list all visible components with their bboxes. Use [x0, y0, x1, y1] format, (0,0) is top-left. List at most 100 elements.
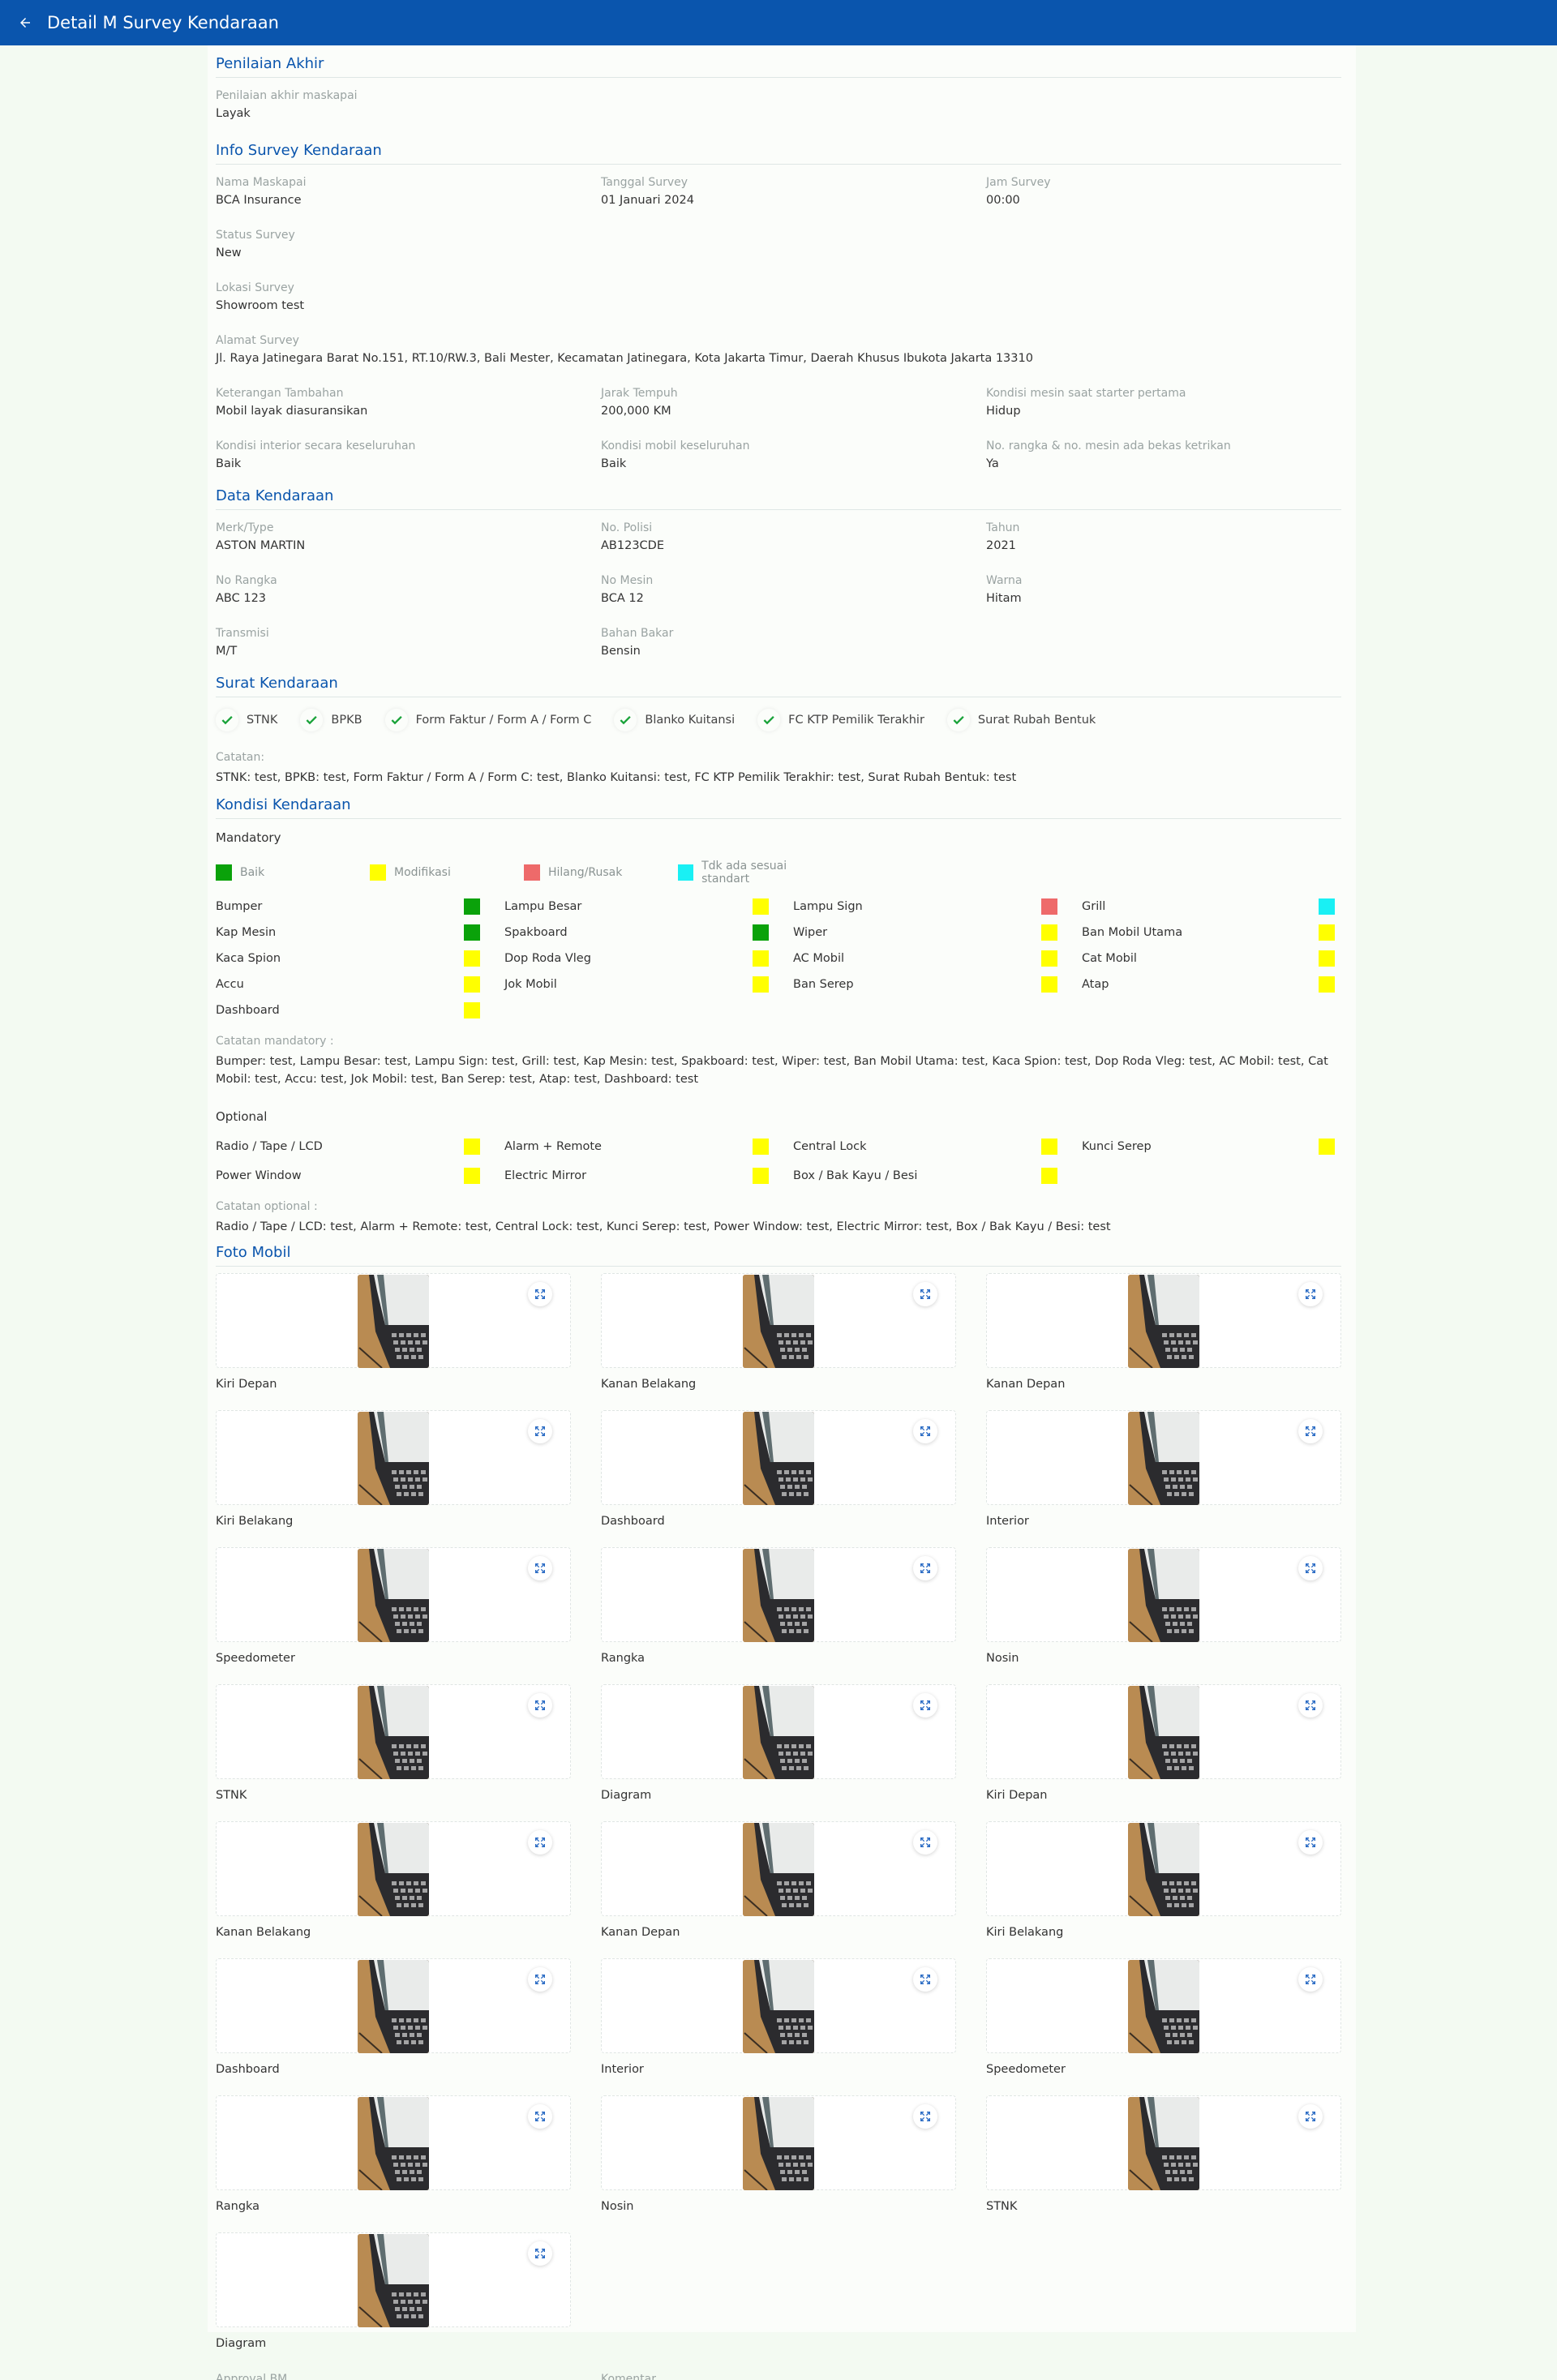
- expand-icon[interactable]: [528, 1419, 552, 1443]
- photo-frame[interactable]: [216, 1958, 571, 2053]
- field: Kondisi mobil keseluruhan Baik: [601, 440, 986, 478]
- expand-icon[interactable]: [1298, 1419, 1323, 1443]
- expand-icon[interactable]: [913, 1830, 937, 1855]
- photo-frame[interactable]: [601, 2095, 956, 2190]
- expand-icon[interactable]: [1298, 1967, 1323, 1992]
- photo-frame[interactable]: [986, 1547, 1341, 1642]
- expand-icon[interactable]: [528, 2241, 552, 2266]
- condition-label: Kap Mesin: [216, 926, 277, 939]
- photo-thumbnail[interactable]: [1128, 1549, 1199, 1642]
- photo-thumbnail[interactable]: [358, 1275, 429, 1368]
- field-label: Kondisi mesin saat starter pertama: [986, 387, 1186, 400]
- expand-icon[interactable]: [913, 1693, 937, 1717]
- note-value: STNK: test, BPKB: test, Form Faktur / Fo…: [216, 771, 1017, 784]
- photo-frame[interactable]: [601, 1547, 956, 1642]
- photo-frame[interactable]: [601, 1273, 956, 1368]
- field: No. rangka & no. mesin ada bekas ketrika…: [986, 440, 1343, 478]
- photo-label: Rangka: [601, 1652, 646, 1665]
- photo-thumbnail[interactable]: [358, 1412, 429, 1505]
- field-label: No Mesin: [601, 574, 654, 587]
- photo-frame[interactable]: [986, 1821, 1341, 1916]
- photo-card: Dashboard: [601, 1410, 956, 1537]
- photo-thumbnail[interactable]: [743, 1960, 814, 2053]
- legend-item: Baik: [216, 864, 370, 881]
- expand-icon[interactable]: [528, 1693, 552, 1717]
- photo-frame[interactable]: [601, 1684, 956, 1779]
- photo-frame[interactable]: [601, 1410, 956, 1505]
- field-label: Alamat Survey: [216, 334, 299, 347]
- expand-icon[interactable]: [528, 1830, 552, 1855]
- photo-thumbnail[interactable]: [743, 1686, 814, 1779]
- expand-icon[interactable]: [913, 2104, 937, 2129]
- photo-frame[interactable]: [986, 1958, 1341, 2053]
- photo-frame[interactable]: [986, 2095, 1341, 2190]
- legend-swatch: [370, 864, 386, 881]
- condition-item: Power Window: [216, 1168, 504, 1184]
- condition-item: Electric Mirror: [504, 1168, 793, 1184]
- photo-frame[interactable]: [216, 1410, 571, 1505]
- photo-frame[interactable]: [216, 1684, 571, 1779]
- photo-frame[interactable]: [216, 1273, 571, 1368]
- photo-thumbnail[interactable]: [1128, 1823, 1199, 1916]
- photo-thumbnail[interactable]: [1128, 1960, 1199, 2053]
- photo-thumbnail[interactable]: [743, 1275, 814, 1368]
- photo-frame[interactable]: [601, 1958, 956, 2053]
- expand-icon[interactable]: [913, 1967, 937, 1992]
- surat-item: Surat Rubah Bentuk: [947, 709, 1096, 731]
- expand-icon[interactable]: [528, 1967, 552, 1992]
- photo-frame[interactable]: [986, 1410, 1341, 1505]
- photo-label: Diagram: [601, 1789, 652, 1802]
- photo-frame[interactable]: [986, 1684, 1341, 1779]
- photo-thumbnail[interactable]: [743, 1412, 814, 1505]
- condition-status-swatch: [464, 924, 480, 941]
- photo-card: Kiri Depan: [216, 1273, 571, 1400]
- photo-card: Kiri Depan: [986, 1684, 1341, 1812]
- photo-thumbnail[interactable]: [1128, 2097, 1199, 2190]
- photo-frame[interactable]: [216, 1547, 571, 1642]
- expand-icon[interactable]: [1298, 2104, 1323, 2129]
- photo-thumbnail[interactable]: [358, 2234, 429, 2327]
- expand-icon[interactable]: [528, 1282, 552, 1306]
- photo-thumbnail[interactable]: [358, 1686, 429, 1779]
- photo-thumbnail[interactable]: [358, 2097, 429, 2190]
- expand-icon[interactable]: [1298, 1282, 1323, 1306]
- field-value: Ya: [986, 457, 999, 470]
- condition-item: Lampu Sign: [793, 898, 1082, 915]
- expand-icon[interactable]: [1298, 1693, 1323, 1717]
- photo-frame[interactable]: [216, 2095, 571, 2190]
- expand-icon[interactable]: [913, 1419, 937, 1443]
- photo-thumbnail[interactable]: [1128, 1686, 1199, 1779]
- expand-icon[interactable]: [1298, 1830, 1323, 1855]
- photo-thumbnail[interactable]: [743, 1549, 814, 1642]
- photo-label: Speedometer: [986, 2063, 1066, 2076]
- photo-frame[interactable]: [216, 2232, 571, 2327]
- legend-item: Modifikasi: [370, 864, 524, 881]
- condition-item: Ban Mobil Utama: [1082, 924, 1343, 941]
- expand-icon[interactable]: [913, 1282, 937, 1306]
- surat-item: BPKB: [300, 709, 362, 731]
- photo-thumbnail[interactable]: [1128, 1412, 1199, 1505]
- photo-frame[interactable]: [986, 1273, 1341, 1368]
- photo-thumbnail[interactable]: [743, 2097, 814, 2190]
- photo-frame[interactable]: [216, 1821, 571, 1916]
- legend-label: Hilang/Rusak: [548, 866, 623, 879]
- photo-thumbnail[interactable]: [743, 1823, 814, 1916]
- condition-status-swatch: [1319, 898, 1335, 915]
- field-label: Warna: [986, 574, 1023, 587]
- photo-thumbnail[interactable]: [1128, 1275, 1199, 1368]
- expand-icon[interactable]: [528, 2104, 552, 2129]
- expand-icon[interactable]: [913, 1556, 937, 1580]
- photo-thumbnail[interactable]: [358, 1960, 429, 2053]
- field-label: Merk/Type: [216, 521, 274, 534]
- photo-card: Diagram: [216, 2232, 571, 2360]
- field: Alamat Survey Jl. Raya Jatinegara Barat N…: [216, 334, 1343, 372]
- photo-frame[interactable]: [601, 1821, 956, 1916]
- expand-icon[interactable]: [528, 1556, 552, 1580]
- surat-item: Form Faktur / Form A / Form C: [385, 709, 591, 731]
- legend-label: Modifikasi: [394, 866, 451, 879]
- photo-thumbnail[interactable]: [358, 1823, 429, 1916]
- photo-thumbnail[interactable]: [358, 1549, 429, 1642]
- field: Transmisi M/T: [216, 627, 601, 665]
- back-button[interactable]: [15, 12, 36, 33]
- expand-icon[interactable]: [1298, 1556, 1323, 1580]
